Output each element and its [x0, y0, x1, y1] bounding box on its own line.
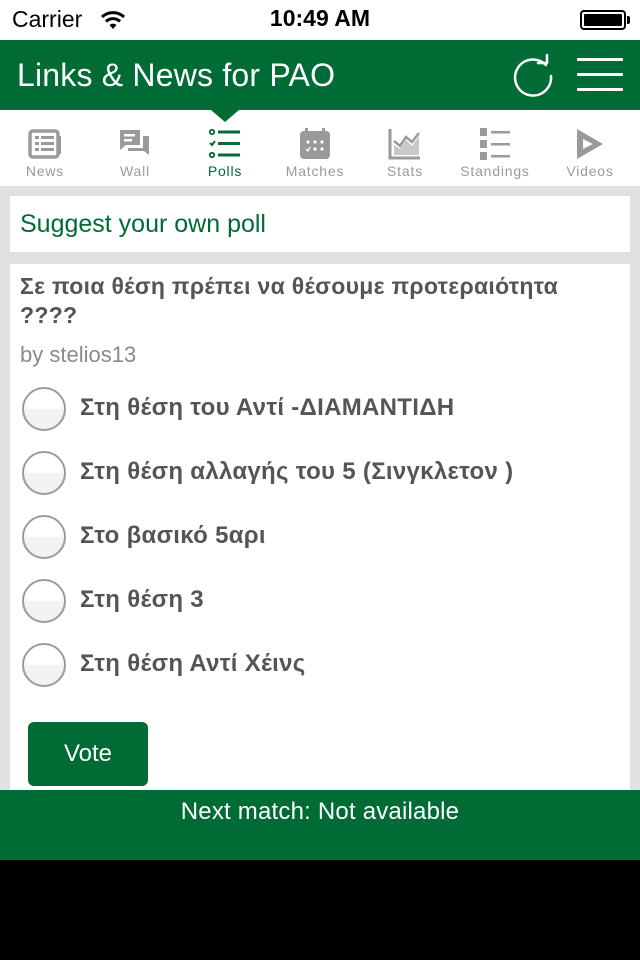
checklist-icon: [208, 128, 240, 159]
active-tab-indicator: [211, 110, 239, 122]
poll-option[interactable]: Στη θέση αλλαγής του 5 (Σινγκλετον ): [22, 448, 622, 498]
tab-stats[interactable]: Stats: [360, 110, 450, 186]
poll-author: by stelios13: [20, 342, 137, 367]
chat-bubbles-icon: [120, 130, 149, 155]
newspaper-icon: [28, 129, 61, 159]
suggest-poll-button[interactable]: Suggest your own poll: [10, 196, 630, 252]
tab-label: Polls: [207, 163, 243, 179]
option-label: Στη θέση αλλαγής του 5 (Σινγκλετον ): [80, 458, 514, 485]
tab-label: Matches: [285, 163, 345, 179]
poll-question: Σε ποια θέση πρέπει να θέσουμε προτεραιό…: [20, 273, 559, 328]
radio-button[interactable]: [22, 451, 66, 495]
tab-standings[interactable]: Standings: [450, 110, 540, 186]
play-icon: [577, 129, 603, 159]
tab-bar: News Wall Polls Matches Stats Standings …: [0, 110, 640, 186]
suggest-poll-label: Suggest your own poll: [20, 210, 266, 238]
tab-label: Wall: [120, 163, 150, 179]
bottom-blank-area: [0, 860, 640, 960]
tab-news[interactable]: News: [0, 110, 90, 186]
chart-icon: [388, 129, 420, 160]
next-match-bar: Next match: Not available: [0, 790, 640, 860]
poll-option[interactable]: Στη θέση του Αντί -ΔΙΑΜΑΝΤΙΔΗ: [22, 384, 622, 434]
tab-label: Stats: [387, 163, 423, 179]
tab-label: Standings: [460, 163, 530, 179]
option-label: Στη θέση του Αντί -ΔΙΑΜΑΝΤΙΔΗ: [80, 394, 455, 421]
radio-button[interactable]: [22, 579, 66, 623]
poll-option[interactable]: Στη θέση 3: [22, 576, 622, 626]
poll-option[interactable]: Στο βασικό 5αρι: [22, 512, 622, 562]
numbered-list-icon: [480, 128, 510, 160]
radio-button[interactable]: [22, 643, 66, 687]
tab-matches[interactable]: Matches: [270, 110, 360, 186]
battery-full-icon: [580, 10, 626, 30]
poll-card: Σε ποια θέση πρέπει να θέσουμε προτεραιό…: [10, 264, 630, 790]
radio-button[interactable]: [22, 515, 66, 559]
next-match-label: Next match: Not available: [180, 798, 460, 825]
poll-option[interactable]: Στη θέση Αντί Χέινς: [22, 640, 622, 690]
option-label: Στη θέση Αντί Χέινς: [80, 650, 306, 677]
clock: 10:49 AM: [269, 5, 371, 31]
status-bar: Carrier 10:49 AM: [0, 0, 640, 40]
tab-label: News: [25, 163, 65, 179]
option-label: Στο βασικό 5αρι: [80, 522, 266, 549]
vote-button[interactable]: Vote: [28, 722, 148, 786]
app-title: Links & News for PAO: [17, 57, 336, 93]
battery-tip: [627, 16, 630, 24]
tab-wall[interactable]: Wall: [90, 110, 180, 186]
radio-button[interactable]: [22, 387, 66, 431]
tab-label: Videos: [566, 163, 614, 179]
tab-videos[interactable]: Videos: [545, 110, 635, 186]
refresh-icon[interactable]: [510, 53, 556, 99]
option-label: Στη θέση 3: [80, 586, 204, 613]
hamburger-menu-icon[interactable]: [575, 54, 625, 96]
polls-content[interactable]: Suggest your own poll Σε ποια θέση πρέπε…: [0, 186, 640, 790]
nav-bar: Links & News for PAO: [0, 40, 640, 110]
calendar-icon: [300, 128, 330, 159]
